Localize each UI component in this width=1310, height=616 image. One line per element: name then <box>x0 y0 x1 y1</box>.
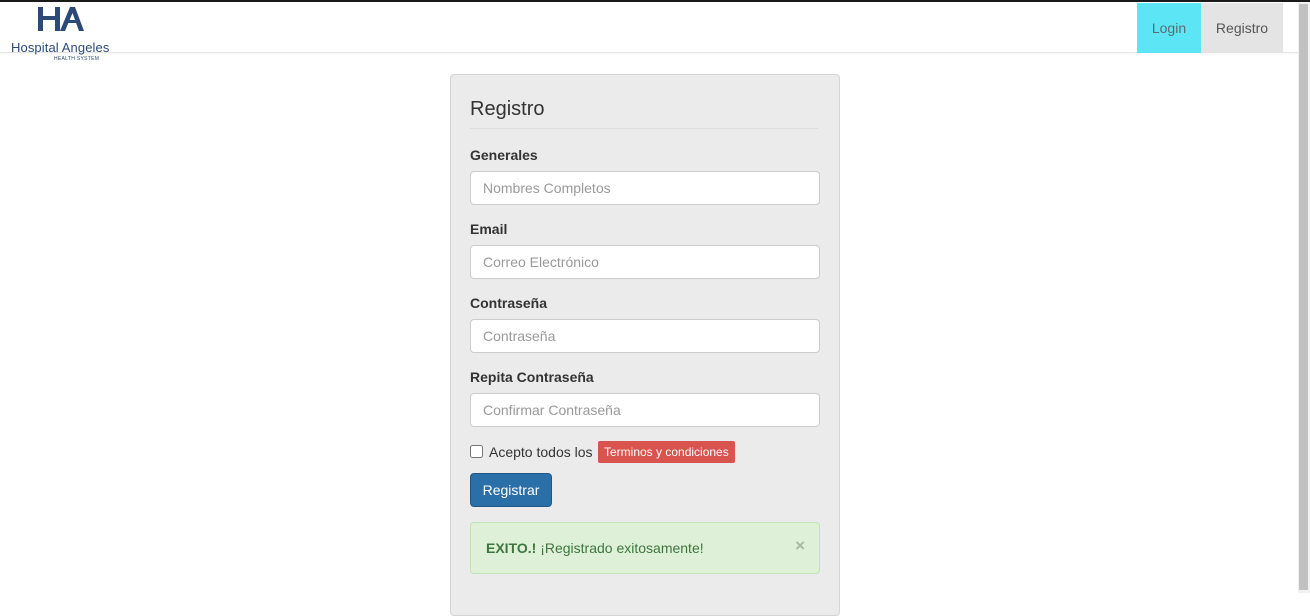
generales-label: Generales <box>470 147 538 163</box>
brand-logo[interactable]: Hospital Angeles HEALTH SYSTEM <box>10 6 120 64</box>
terms-link[interactable]: Terminos y condiciones <box>598 441 735 463</box>
alert-message: ¡Registrado exitosamente! <box>540 540 704 556</box>
register-button[interactable]: Registrar <box>470 473 552 507</box>
registration-panel: Registro Generales Email Contraseña Repi… <box>450 74 840 616</box>
confirm-password-input[interactable] <box>470 393 820 427</box>
nav-login-link[interactable]: Login <box>1137 3 1201 53</box>
top-navbar: Hospital Angeles HEALTH SYSTEM Login Reg… <box>0 2 1298 62</box>
email-input[interactable] <box>470 245 820 279</box>
brand-name: Hospital Angeles <box>11 40 110 55</box>
brand-subtitle: HEALTH SYSTEM <box>54 56 100 62</box>
password-label: Contraseña <box>470 295 548 311</box>
success-alert: EXITO.! ¡Registrado exitosamente! × <box>470 522 820 574</box>
terms-label: Acepto todos los <box>489 444 593 460</box>
terms-checkbox[interactable] <box>470 445 483 458</box>
ha-logo-icon <box>38 7 84 31</box>
form-title: Registro <box>470 97 818 129</box>
confirm-password-label: Repita Contraseña <box>470 369 594 385</box>
password-input[interactable] <box>470 319 820 353</box>
full-name-input[interactable] <box>470 171 820 205</box>
alert-title: EXITO.! <box>486 540 537 556</box>
close-icon[interactable]: × <box>795 523 805 569</box>
email-label: Email <box>470 221 508 237</box>
page-scrollbar[interactable] <box>1298 2 1310 593</box>
nav-registro-link[interactable]: Registro <box>1201 3 1283 53</box>
scrollbar-thumb[interactable] <box>1299 4 1308 590</box>
